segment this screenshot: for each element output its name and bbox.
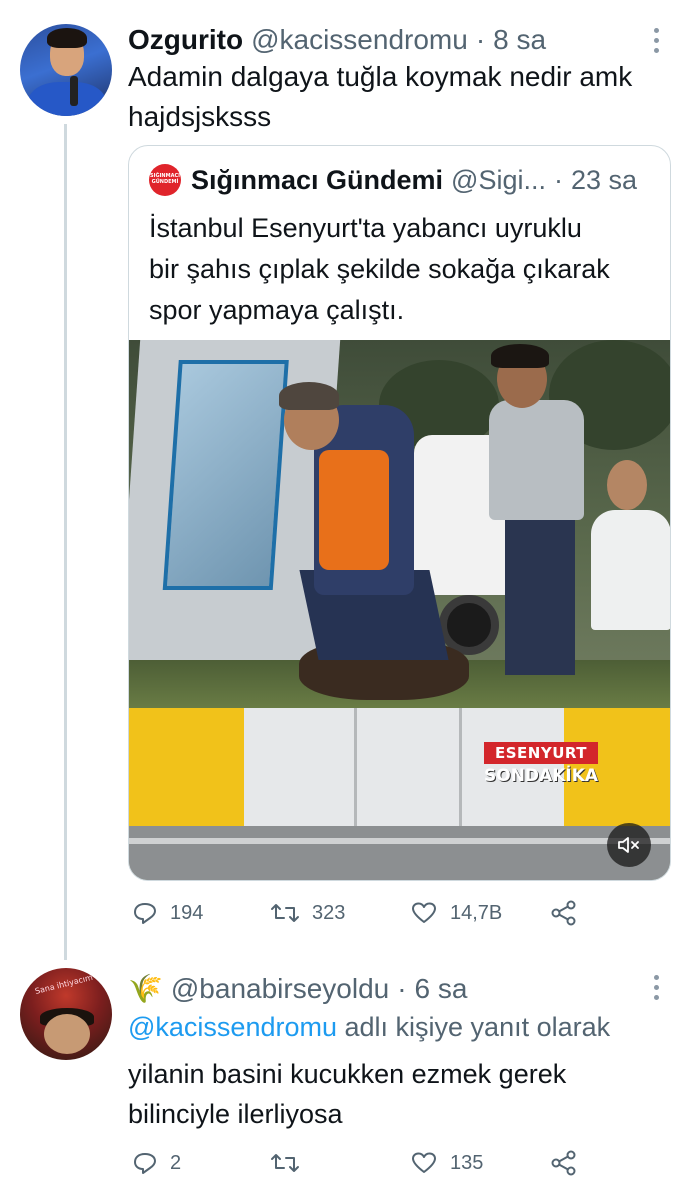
tweet2-actions: 2 135 bbox=[128, 1148, 671, 1178]
video-road bbox=[129, 826, 670, 880]
avatar-banabirseyoldu[interactable]: Sana ihtiyacım var bbox=[20, 968, 112, 1060]
avatar-ozgurito[interactable] bbox=[20, 24, 112, 116]
share-icon bbox=[551, 1150, 576, 1176]
reply-to-handle-link[interactable]: @kacissendromu bbox=[128, 1012, 337, 1042]
tweet2-timestamp[interactable]: 6 sa bbox=[415, 973, 468, 1005]
barrier-seam bbox=[354, 708, 357, 826]
watermark-line2: SONDAKİKA bbox=[484, 766, 599, 786]
watermark-line1: ESENYURT bbox=[484, 742, 599, 764]
tweet1-actions: 194 323 14,7B bbox=[128, 898, 671, 928]
reply-icon bbox=[134, 1153, 156, 1174]
heart-icon bbox=[412, 902, 436, 923]
bystander2-body bbox=[591, 510, 670, 630]
quote-display-name: Sığınmacı Gündemi bbox=[191, 164, 444, 195]
tweet2-text-line2: bilinciyle ilerliyosa bbox=[128, 1099, 343, 1129]
avatar-shirt bbox=[28, 82, 106, 116]
retweet-button[interactable]: 323 bbox=[270, 901, 345, 925]
retweet-icon bbox=[271, 1154, 299, 1172]
quote-text-line1: İstanbul Esenyurt'ta yabancı uyruklu bbox=[149, 213, 582, 243]
avatar-neon-text: Sana ihtiyacım var bbox=[34, 969, 109, 996]
worker-vest bbox=[319, 450, 389, 570]
like-count: 14,7B bbox=[450, 901, 503, 924]
tweet1-text: Adamin dalgaya tuğla koymak nedir amk ha… bbox=[128, 57, 632, 137]
tweet2-handle[interactable]: @banabirseyoldu bbox=[171, 973, 389, 1005]
quote-separator: · bbox=[553, 164, 563, 195]
microphone-icon bbox=[70, 76, 78, 106]
quote-header: SIĞINMACI GÜNDEMİ Sığınmacı Gündemi @Sigi… bbox=[149, 164, 637, 196]
tweet2-display-name-emoji[interactable]: 🌾 bbox=[128, 972, 163, 1005]
share-icon bbox=[551, 900, 576, 926]
reply-context-text: adlı kişiye yanıt olarak bbox=[337, 1012, 611, 1042]
bystander-legs bbox=[505, 515, 575, 675]
share-button[interactable] bbox=[550, 1150, 590, 1176]
tweet2-text-line1: yilanin basini kucukken ezmek gerek bbox=[128, 1059, 567, 1089]
tweet2-text: yilanin basini kucukken ezmek gerek bili… bbox=[128, 1054, 566, 1134]
quote-text-line2: bir şahıs çıplak şekilde sokağa çıkarak bbox=[149, 254, 610, 284]
retweet-icon bbox=[271, 904, 299, 922]
bystander-hair bbox=[491, 344, 549, 368]
like-count: 135 bbox=[450, 1151, 484, 1174]
tweet1-more-icon[interactable] bbox=[651, 28, 661, 53]
mute-button[interactable] bbox=[607, 823, 651, 867]
avatar-hair bbox=[47, 28, 87, 48]
heart-icon bbox=[412, 1152, 436, 1173]
reply-context: @kacissendromu adlı kişiye yanıt olarak bbox=[128, 1012, 610, 1043]
tweet1-separator: · bbox=[475, 24, 486, 55]
video-watermark: ESENYURT SONDAKİKA bbox=[484, 742, 599, 786]
reply-button[interactable]: 194 bbox=[132, 901, 203, 925]
bystander2-head bbox=[607, 460, 647, 510]
volume-muted-icon bbox=[618, 837, 639, 853]
retweet-button[interactable] bbox=[270, 1151, 312, 1175]
tweet1-display-name[interactable]: Ozgurito bbox=[128, 24, 243, 56]
tweet1-text-line1: Adamin dalgaya tuğla koymak nedir amk bbox=[128, 61, 633, 92]
tweet1-header: Ozgurito @kacissendromu · 8 sa bbox=[128, 24, 546, 56]
quoted-tweet-card[interactable]: SIĞINMACI GÜNDEMİ Sığınmacı Gündemi @Sigi… bbox=[128, 145, 671, 881]
quote-text: İstanbul Esenyurt'ta yabancı uyruklu bir… bbox=[149, 208, 659, 331]
reply-icon bbox=[134, 903, 156, 924]
reply-count: 194 bbox=[170, 901, 204, 924]
tweet1-text-line2: hajdsjsksss bbox=[128, 101, 272, 132]
quote-handle: @Sigi... bbox=[451, 164, 546, 195]
quote-video[interactable]: ESENYURT SONDAKİKA bbox=[129, 340, 670, 880]
tweet2-header: 🌾 @banabirseyoldu · 6 sa bbox=[128, 972, 467, 1005]
worker-hair bbox=[279, 382, 339, 410]
road-marking bbox=[129, 838, 670, 844]
quote-avatar-logo: SIĞINMACI GÜNDEMİ bbox=[149, 164, 181, 196]
retweet-count: 323 bbox=[312, 901, 346, 924]
like-button[interactable]: 14,7B bbox=[410, 901, 502, 925]
share-button[interactable] bbox=[550, 900, 590, 926]
quote-logo-text: SIĞINMACI GÜNDEMİ bbox=[150, 173, 180, 185]
barrier-yellow bbox=[129, 708, 244, 826]
tweet1-timestamp[interactable]: 8 sa bbox=[493, 24, 546, 56]
reply-button[interactable]: 2 bbox=[132, 1151, 181, 1175]
tweet1-handle[interactable]: @kacissendromu bbox=[251, 24, 468, 56]
avatar-face bbox=[44, 1014, 90, 1054]
bystander-shirt bbox=[489, 400, 584, 520]
quote-timestamp: 23 sa bbox=[570, 164, 638, 195]
tweet2-more-icon[interactable] bbox=[651, 975, 661, 1000]
truck-panel bbox=[162, 360, 289, 590]
barrier-seam bbox=[459, 708, 462, 826]
like-button[interactable]: 135 bbox=[410, 1151, 483, 1175]
reply-count: 2 bbox=[170, 1151, 182, 1174]
tweet2-separator: · bbox=[397, 972, 407, 1004]
thread-connector-line bbox=[64, 124, 67, 960]
quote-text-line3: spor yapmaya çalıştı. bbox=[149, 295, 405, 325]
